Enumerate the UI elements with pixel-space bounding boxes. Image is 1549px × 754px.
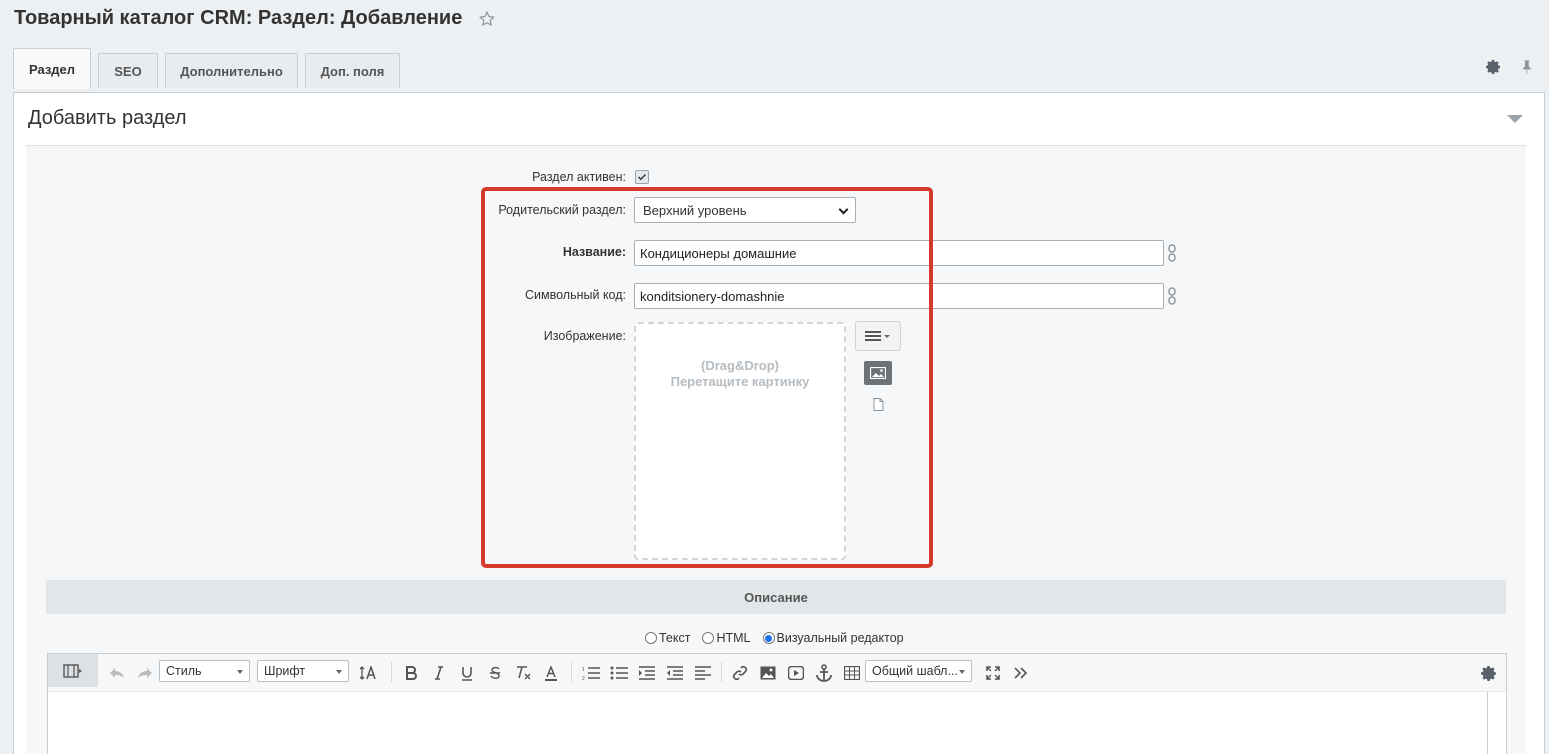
font-size-icon[interactable] (358, 662, 380, 684)
page-title: Товарный каталог CRM: Раздел: Добавление (14, 7, 496, 30)
image-dropzone[interactable]: (Drag&Drop) Перетащите картинку (634, 322, 846, 560)
active-label: Раздел активен: (532, 170, 626, 184)
template-select[interactable]: Общий шабл... (865, 660, 972, 682)
fullscreen-icon[interactable] (983, 662, 1003, 684)
parent-section-value: Верхний уровень (643, 202, 747, 218)
active-checkbox[interactable] (635, 170, 649, 184)
page-title-text: Товарный каталог CRM: Раздел: Добавление (14, 7, 463, 29)
menu-icon (865, 331, 890, 341)
parent-section-label: Родительский раздел: (498, 203, 626, 217)
source-toggle-icon[interactable] (48, 654, 98, 687)
parent-section-select[interactable]: Верхний уровень (634, 197, 856, 223)
editor-mode-radios: Текст HTML Визуальный редактор (645, 631, 904, 645)
tab-extra-fields[interactable]: Доп. поля (305, 53, 400, 88)
radio-visual-dot[interactable] (762, 632, 775, 644)
image-icon (870, 367, 886, 379)
gear-icon[interactable] (1485, 59, 1501, 75)
link-icon[interactable] (1168, 287, 1176, 305)
underline-icon[interactable] (458, 662, 476, 684)
indent-icon[interactable] (637, 662, 657, 684)
font-select[interactable]: Шрифт (257, 660, 349, 682)
name-input[interactable]: Кондиционеры домашние (634, 240, 1164, 266)
tab-seo[interactable]: SEO (98, 53, 158, 88)
link-icon[interactable] (1168, 244, 1176, 262)
radio-text[interactable]: Текст (645, 631, 690, 645)
tab-bar: Раздел SEO Дополнительно Доп. поля (13, 48, 407, 89)
radio-visual[interactable]: Визуальный редактор (762, 631, 904, 645)
image-menu-button[interactable] (855, 321, 901, 351)
toolbar-separator (571, 662, 572, 682)
anchor-icon[interactable] (814, 662, 834, 684)
radio-html[interactable]: HTML (702, 631, 751, 645)
collapse-icon[interactable] (1507, 115, 1523, 123)
style-select[interactable]: Стиль (159, 660, 250, 682)
align-icon[interactable] (693, 662, 713, 684)
radio-text-label: Текст (659, 631, 691, 645)
ordered-list-icon[interactable]: 12 (581, 662, 601, 684)
editor-scrollbar[interactable] (1487, 692, 1488, 754)
remove-format-icon[interactable] (514, 662, 532, 684)
bold-icon[interactable] (402, 662, 420, 684)
tab-additional[interactable]: Дополнительно (165, 53, 298, 88)
radio-visual-label: Визуальный редактор (776, 631, 904, 645)
check-icon (637, 173, 647, 181)
tab-section[interactable]: Раздел (13, 48, 91, 89)
video-insert-icon[interactable] (786, 662, 806, 684)
link-insert-icon[interactable] (730, 662, 750, 684)
strikethrough-icon[interactable] (486, 662, 504, 684)
image-label: Изображение: (543, 329, 626, 343)
text-color-icon[interactable] (542, 662, 560, 684)
svg-text:1: 1 (582, 667, 585, 673)
editor-toolbar: Стиль Шрифт 12 Общий шабл... (48, 654, 1506, 692)
image-insert-icon[interactable] (758, 662, 778, 684)
italic-icon[interactable] (430, 662, 448, 684)
code-label: Символьный код: (525, 288, 626, 302)
file-icon[interactable] (873, 398, 884, 411)
star-icon[interactable] (478, 10, 496, 28)
bullet-list-icon[interactable] (609, 662, 629, 684)
name-label: Название: (562, 245, 626, 259)
pin-icon[interactable] (1519, 59, 1535, 75)
radio-html-dot[interactable] (702, 632, 715, 644)
dropzone-line2: Перетащите картинку (670, 374, 810, 389)
toolbar-separator (721, 662, 722, 682)
panel-title: Добавить раздел (28, 107, 187, 129)
chevron-down-icon (838, 204, 849, 215)
radio-html-label: HTML (716, 631, 751, 645)
more-tools-icon[interactable] (1011, 662, 1031, 684)
table-insert-icon[interactable] (842, 662, 862, 684)
toolbar-separator (391, 662, 392, 682)
visual-editor: Стиль Шрифт 12 Общий шабл... (47, 653, 1507, 754)
redo-icon[interactable] (136, 662, 154, 684)
outdent-icon[interactable] (665, 662, 685, 684)
radio-text-dot[interactable] (645, 632, 657, 644)
image-upload-button[interactable] (864, 361, 892, 385)
editor-settings-icon[interactable] (1478, 662, 1498, 684)
description-section-title: Описание (46, 580, 1506, 614)
svg-text:2: 2 (582, 676, 585, 680)
top-icons (1485, 59, 1535, 75)
undo-icon[interactable] (108, 662, 126, 684)
dropzone-line1: (Drag&Drop) (701, 358, 779, 373)
code-input[interactable]: konditsionery-domashnie (634, 283, 1164, 309)
